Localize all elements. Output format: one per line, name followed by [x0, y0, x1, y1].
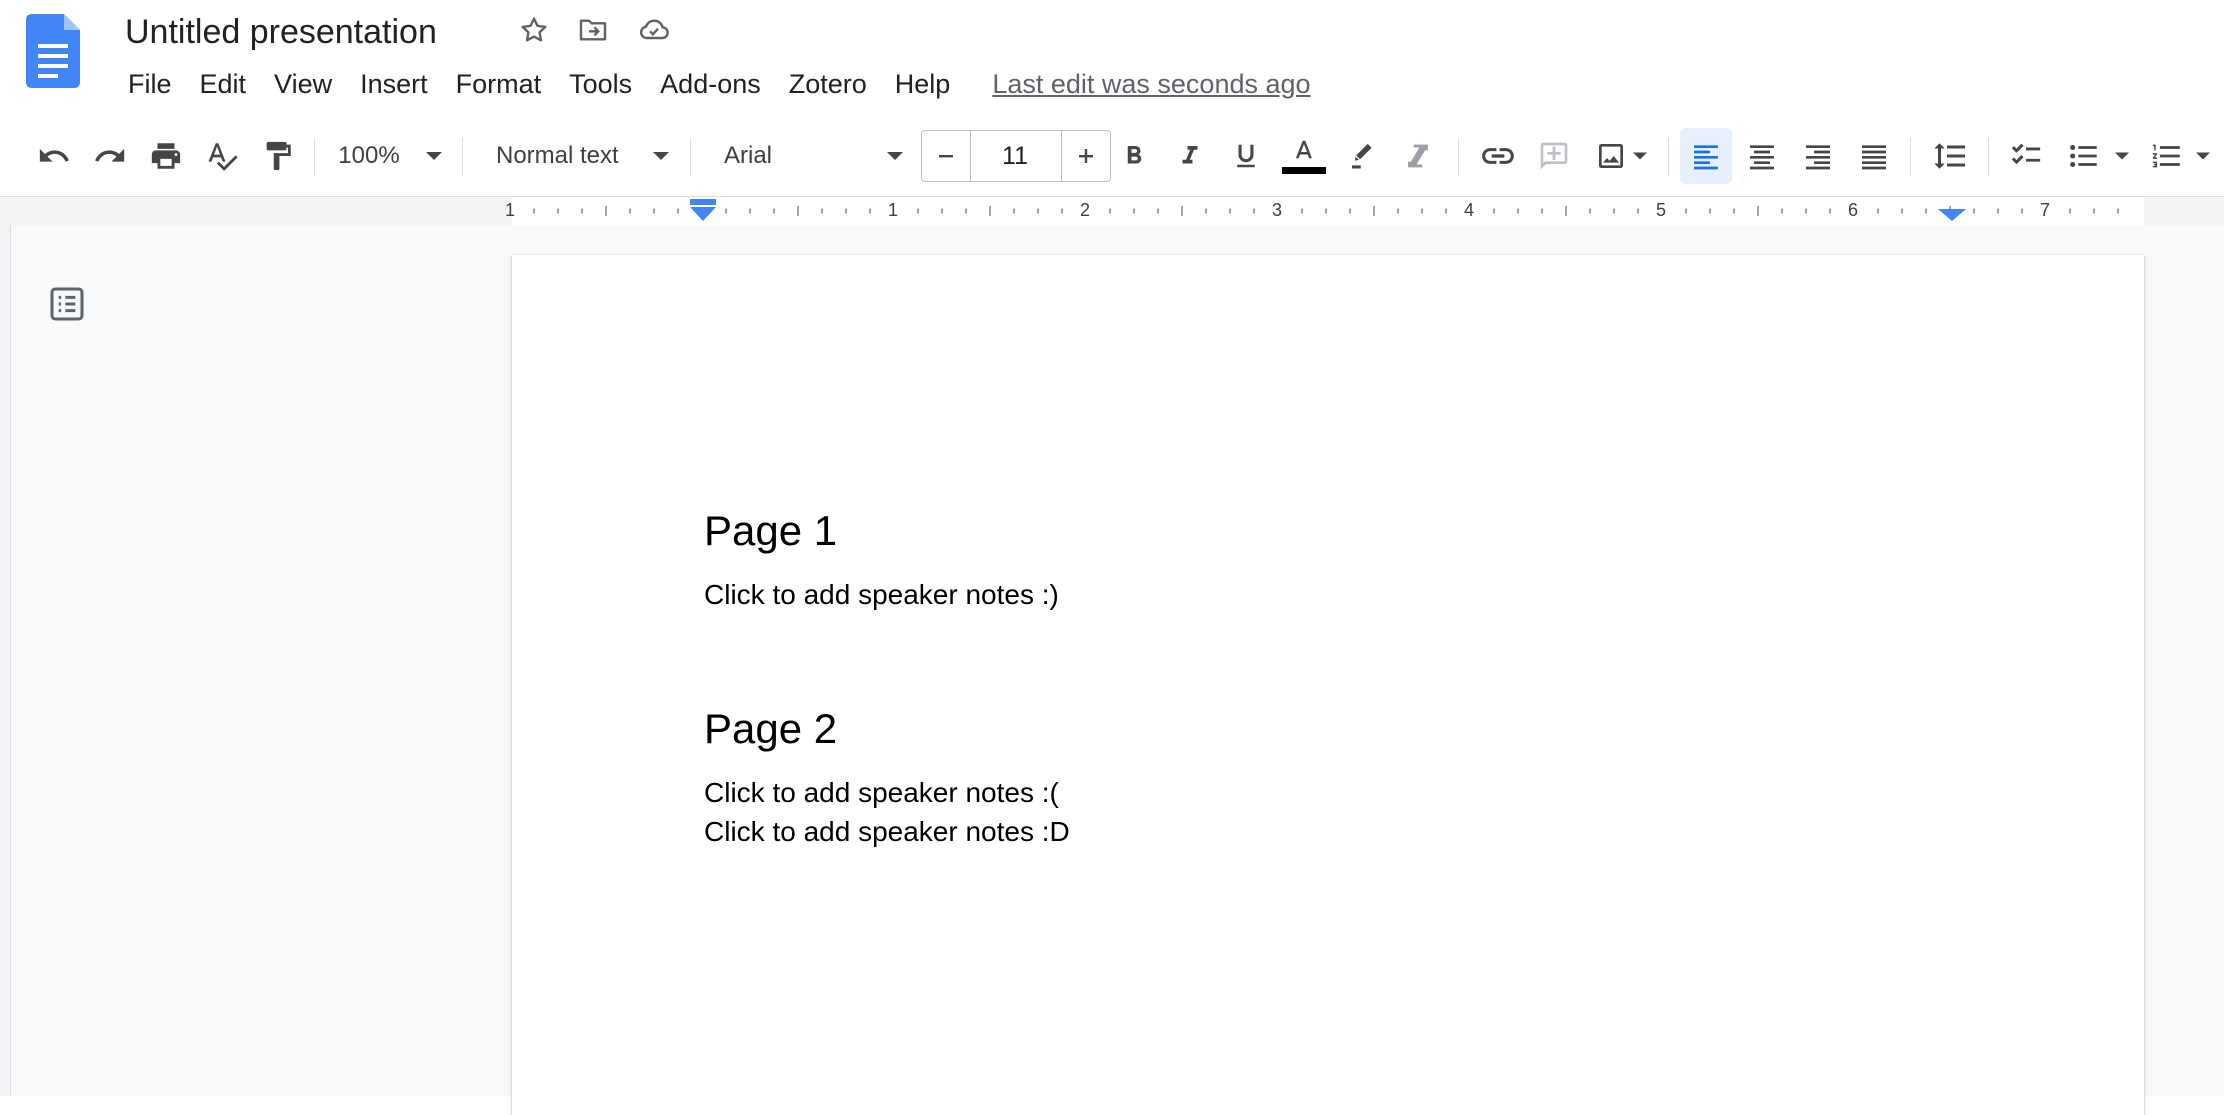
docs-logo-icon[interactable] — [26, 14, 80, 93]
chevron-down-icon — [2196, 152, 2210, 160]
text-color-icon[interactable] — [1280, 116, 1328, 196]
document-outline-icon[interactable] — [44, 281, 90, 327]
ruler-label: 7 — [2040, 200, 2050, 220]
section-heading-page-2[interactable]: Page 2 — [704, 705, 837, 753]
ruler-label: 2 — [1080, 200, 1090, 220]
chevron-down-icon — [2115, 152, 2129, 160]
menu-file[interactable]: File — [114, 64, 186, 104]
document-workspace: Page 1 Click to add speaker notes :) Pag… — [0, 225, 2224, 1115]
document-title[interactable]: Untitled presentation — [125, 10, 437, 54]
italic-icon[interactable] — [1168, 116, 1212, 196]
ruler-label: 3 — [1272, 200, 1282, 220]
insert-link-icon[interactable] — [1474, 116, 1522, 196]
bold-icon[interactable] — [1112, 116, 1156, 196]
toolbar: 100% Normal text Arial 11 — [0, 116, 2224, 197]
ruler-label: 5 — [1656, 200, 1666, 220]
chevron-down-icon — [1633, 152, 1647, 160]
menu-view[interactable]: View — [260, 64, 346, 104]
redo-icon[interactable] — [88, 116, 132, 196]
font-family-value: Arial — [724, 142, 773, 169]
menu-help[interactable]: Help — [881, 64, 965, 104]
decrease-font-size-button[interactable] — [922, 131, 971, 181]
underline-icon[interactable] — [1224, 116, 1268, 196]
spellcheck-icon[interactable] — [200, 116, 244, 196]
clear-formatting-icon[interactable] — [1396, 116, 1440, 196]
print-icon[interactable] — [144, 116, 188, 196]
paragraph-style-value: Normal text — [496, 142, 619, 169]
undo-icon[interactable] — [32, 116, 76, 196]
increase-font-size-button[interactable] — [1061, 131, 1110, 181]
menu-tools[interactable]: Tools — [555, 64, 646, 104]
move-to-folder-icon[interactable] — [576, 14, 610, 51]
document-page[interactable]: Page 1 Click to add speaker notes :) Pag… — [512, 255, 2144, 1115]
font-size-control: 11 — [921, 130, 1111, 182]
paragraph-style-select[interactable]: Normal text — [478, 116, 694, 196]
justify-icon[interactable] — [1852, 116, 1896, 196]
checklist-icon[interactable] — [2004, 116, 2048, 196]
cloud-saved-icon[interactable] — [636, 14, 672, 51]
section-heading-page-1[interactable]: Page 1 — [704, 507, 837, 555]
highlight-color-icon[interactable] — [1340, 116, 1384, 196]
zoom-select[interactable]: 100% — [330, 116, 450, 196]
minus-icon — [939, 155, 953, 158]
align-left-icon[interactable] — [1680, 128, 1732, 184]
paint-format-icon[interactable] — [256, 116, 300, 196]
menu-edit[interactable]: Edit — [186, 64, 261, 104]
menu-format[interactable]: Format — [442, 64, 556, 104]
numbered-list-icon[interactable] — [2150, 116, 2224, 196]
header: Untitled presentation File Edit View Ins… — [0, 0, 2224, 117]
toolbar-divider — [1988, 138, 1989, 176]
menu-zotero[interactable]: Zotero — [775, 64, 881, 104]
plus-icon — [1079, 149, 1093, 163]
font-size-input[interactable]: 11 — [971, 131, 1059, 181]
vertical-ruler[interactable] — [0, 225, 11, 1096]
chevron-down-icon — [887, 152, 904, 160]
speaker-note-line[interactable]: Click to add speaker notes :( — [704, 777, 1059, 809]
font-family-select[interactable]: Arial — [706, 116, 924, 196]
ruler-label: 1 — [888, 200, 898, 220]
menu-bar: File Edit View Insert Format Tools Add-o… — [114, 64, 1311, 104]
horizontal-ruler[interactable]: 1 1 2 3 4 5 6 7 — [0, 197, 2224, 226]
add-comment-icon[interactable] — [1532, 116, 1576, 196]
bulleted-list-icon[interactable] — [2060, 116, 2136, 196]
toolbar-divider — [462, 138, 463, 176]
zoom-value: 100% — [338, 142, 400, 169]
ruler-label: 1 — [505, 200, 515, 220]
last-edit-link[interactable]: Last edit was seconds ago — [992, 64, 1310, 104]
ruler-label: 6 — [1848, 200, 1858, 220]
insert-image-icon[interactable] — [1588, 116, 1654, 196]
star-icon[interactable] — [518, 14, 550, 51]
toolbar-divider — [314, 138, 315, 176]
ruler-label: 4 — [1464, 200, 1474, 220]
menu-insert[interactable]: Insert — [346, 64, 442, 104]
align-right-icon[interactable] — [1796, 116, 1840, 196]
chevron-down-icon — [652, 152, 669, 160]
toolbar-divider — [1910, 138, 1911, 176]
line-spacing-icon[interactable] — [1926, 116, 1974, 196]
speaker-note-line[interactable]: Click to add speaker notes :D — [704, 816, 1070, 848]
toolbar-divider — [1458, 138, 1459, 176]
menu-add-ons[interactable]: Add-ons — [646, 64, 775, 104]
speaker-note-line[interactable]: Click to add speaker notes :) — [704, 579, 1059, 611]
align-center-icon[interactable] — [1740, 116, 1784, 196]
chevron-down-icon — [425, 152, 442, 160]
toolbar-divider — [690, 138, 691, 176]
toolbar-divider — [1668, 138, 1669, 176]
